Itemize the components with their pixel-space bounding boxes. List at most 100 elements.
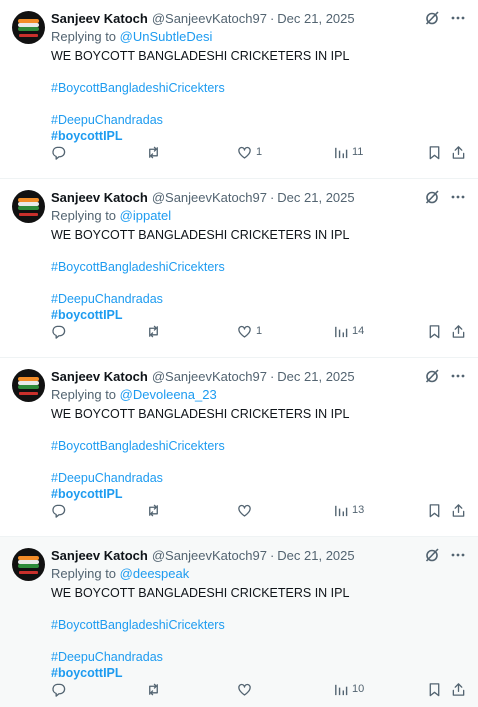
author-handle[interactable]: @SanjeevKatoch97	[152, 11, 267, 26]
like-count: 1	[256, 325, 263, 337]
hashtag[interactable]: #boycottIPL	[51, 307, 466, 323]
tweet-header: Sanjeev Katoch @SanjeevKatoch97 · Dec 21…	[51, 9, 466, 27]
share-icon	[451, 682, 466, 697]
heart-icon	[237, 145, 252, 160]
reply-button[interactable]	[51, 680, 66, 698]
like-button[interactable]: 1	[237, 322, 262, 340]
avatar[interactable]	[12, 11, 45, 44]
author-name[interactable]: Sanjeev Katoch	[51, 548, 148, 563]
views-button[interactable]: 11	[333, 143, 363, 161]
heart-icon	[237, 324, 252, 339]
retweet-button[interactable]	[146, 680, 161, 698]
author-handle[interactable]: @SanjeevKatoch97	[152, 548, 267, 563]
timestamp[interactable]: Dec 21, 2025	[277, 369, 354, 384]
reply-button[interactable]	[51, 143, 66, 161]
hashtag[interactable]: #DeepuChandradas	[51, 470, 466, 486]
views-button[interactable]: 14	[333, 322, 364, 340]
replying-to-mention[interactable]: @ippatel	[120, 208, 172, 223]
replying-to: Replying to @UnSubtleDesi	[51, 28, 466, 46]
tweet[interactable]: Sanjeev Katoch @SanjeevKatoch97 · Dec 21…	[0, 0, 478, 179]
grok-icon[interactable]	[424, 368, 440, 384]
hashtag[interactable]: #boycottIPL	[51, 486, 466, 502]
share-button[interactable]	[451, 501, 466, 519]
share-icon	[451, 145, 466, 160]
replying-to-mention[interactable]: @deespeak	[120, 566, 190, 581]
hashtag[interactable]: #BoycottBangladeshiCricekters	[51, 617, 466, 633]
replying-to: Replying to @ippatel	[51, 207, 466, 225]
replying-to-mention[interactable]: @UnSubtleDesi	[120, 29, 213, 44]
separator: ·	[269, 547, 275, 563]
replying-to: Replying to @deespeak	[51, 565, 466, 583]
tweet-body: WE BOYCOTT BANGLADESHI CRICKETERS IN IPL	[51, 49, 350, 63]
action-bar: 1 11	[51, 143, 466, 161]
hashtag[interactable]: #DeepuChandradas	[51, 112, 466, 128]
like-button[interactable]	[237, 501, 256, 519]
tweet[interactable]: Sanjeev Katoch @SanjeevKatoch97 · Dec 21…	[0, 537, 478, 707]
tweet-header: Sanjeev Katoch @SanjeevKatoch97 · Dec 21…	[51, 188, 466, 206]
bookmark-icon	[427, 324, 442, 339]
author-name[interactable]: Sanjeev Katoch	[51, 11, 148, 26]
avatar[interactable]	[12, 369, 45, 402]
reply-feed: Sanjeev Katoch @SanjeevKatoch97 · Dec 21…	[0, 0, 478, 707]
separator: ·	[269, 10, 275, 26]
more-icon[interactable]	[450, 368, 466, 384]
retweet-icon	[146, 145, 161, 160]
hashtag[interactable]: #BoycottBangladeshiCricekters	[51, 80, 466, 96]
more-icon[interactable]	[450, 10, 466, 26]
grok-icon[interactable]	[424, 547, 440, 563]
retweet-icon	[146, 324, 161, 339]
hashtag[interactable]: #DeepuChandradas	[51, 649, 466, 665]
like-button[interactable]	[237, 680, 256, 698]
more-icon[interactable]	[450, 547, 466, 563]
reply-button[interactable]	[51, 322, 66, 340]
author-name[interactable]: Sanjeev Katoch	[51, 190, 148, 205]
bookmark-icon	[427, 682, 442, 697]
tweet[interactable]: Sanjeev Katoch @SanjeevKatoch97 · Dec 21…	[0, 358, 478, 537]
bookmark-button[interactable]	[427, 680, 442, 698]
share-icon	[451, 324, 466, 339]
avatar[interactable]	[12, 190, 45, 223]
bookmark-icon	[427, 145, 442, 160]
bookmark-button[interactable]	[427, 322, 442, 340]
more-icon[interactable]	[450, 189, 466, 205]
author-handle[interactable]: @SanjeevKatoch97	[152, 190, 267, 205]
bookmark-icon	[427, 503, 442, 518]
timestamp[interactable]: Dec 21, 2025	[277, 190, 354, 205]
grok-icon[interactable]	[424, 189, 440, 205]
tweet-text: WE BOYCOTT BANGLADESHI CRICKETERS IN IPL…	[51, 227, 466, 323]
tweet-text: WE BOYCOTT BANGLADESHI CRICKETERS IN IPL…	[51, 48, 466, 144]
retweet-button[interactable]	[146, 143, 161, 161]
hashtag[interactable]: #BoycottBangladeshiCricekters	[51, 438, 466, 454]
tweet[interactable]: Sanjeev Katoch @SanjeevKatoch97 · Dec 21…	[0, 179, 478, 358]
views-icon	[333, 682, 348, 697]
bookmark-button[interactable]	[427, 143, 442, 161]
retweet-button[interactable]	[146, 322, 161, 340]
share-button[interactable]	[451, 143, 466, 161]
tweet-header: Sanjeev Katoch @SanjeevKatoch97 · Dec 21…	[51, 367, 466, 385]
hashtag[interactable]: #BoycottBangladeshiCricekters	[51, 259, 466, 275]
views-count: 10	[352, 683, 365, 695]
reply-icon	[51, 145, 66, 160]
hashtag[interactable]: #boycottIPL	[51, 128, 466, 144]
heart-icon	[237, 682, 252, 697]
retweet-button[interactable]	[146, 501, 161, 519]
retweet-icon	[146, 503, 161, 518]
hashtag[interactable]: #DeepuChandradas	[51, 291, 466, 307]
bookmark-button[interactable]	[427, 501, 442, 519]
views-button[interactable]: 13	[333, 501, 364, 519]
reply-icon	[51, 503, 66, 518]
views-button[interactable]: 10	[333, 680, 364, 698]
avatar[interactable]	[12, 548, 45, 581]
timestamp[interactable]: Dec 21, 2025	[277, 548, 354, 563]
grok-icon[interactable]	[424, 10, 440, 26]
hashtag[interactable]: #boycottIPL	[51, 665, 466, 681]
replying-to-mention[interactable]: @Devoleena_23	[120, 387, 217, 402]
author-name[interactable]: Sanjeev Katoch	[51, 369, 148, 384]
timestamp[interactable]: Dec 21, 2025	[277, 11, 354, 26]
share-button[interactable]	[451, 322, 466, 340]
tweet-body: WE BOYCOTT BANGLADESHI CRICKETERS IN IPL	[51, 228, 350, 242]
author-handle[interactable]: @SanjeevKatoch97	[152, 369, 267, 384]
like-button[interactable]: 1	[237, 143, 262, 161]
share-button[interactable]	[451, 680, 466, 698]
reply-button[interactable]	[51, 501, 66, 519]
